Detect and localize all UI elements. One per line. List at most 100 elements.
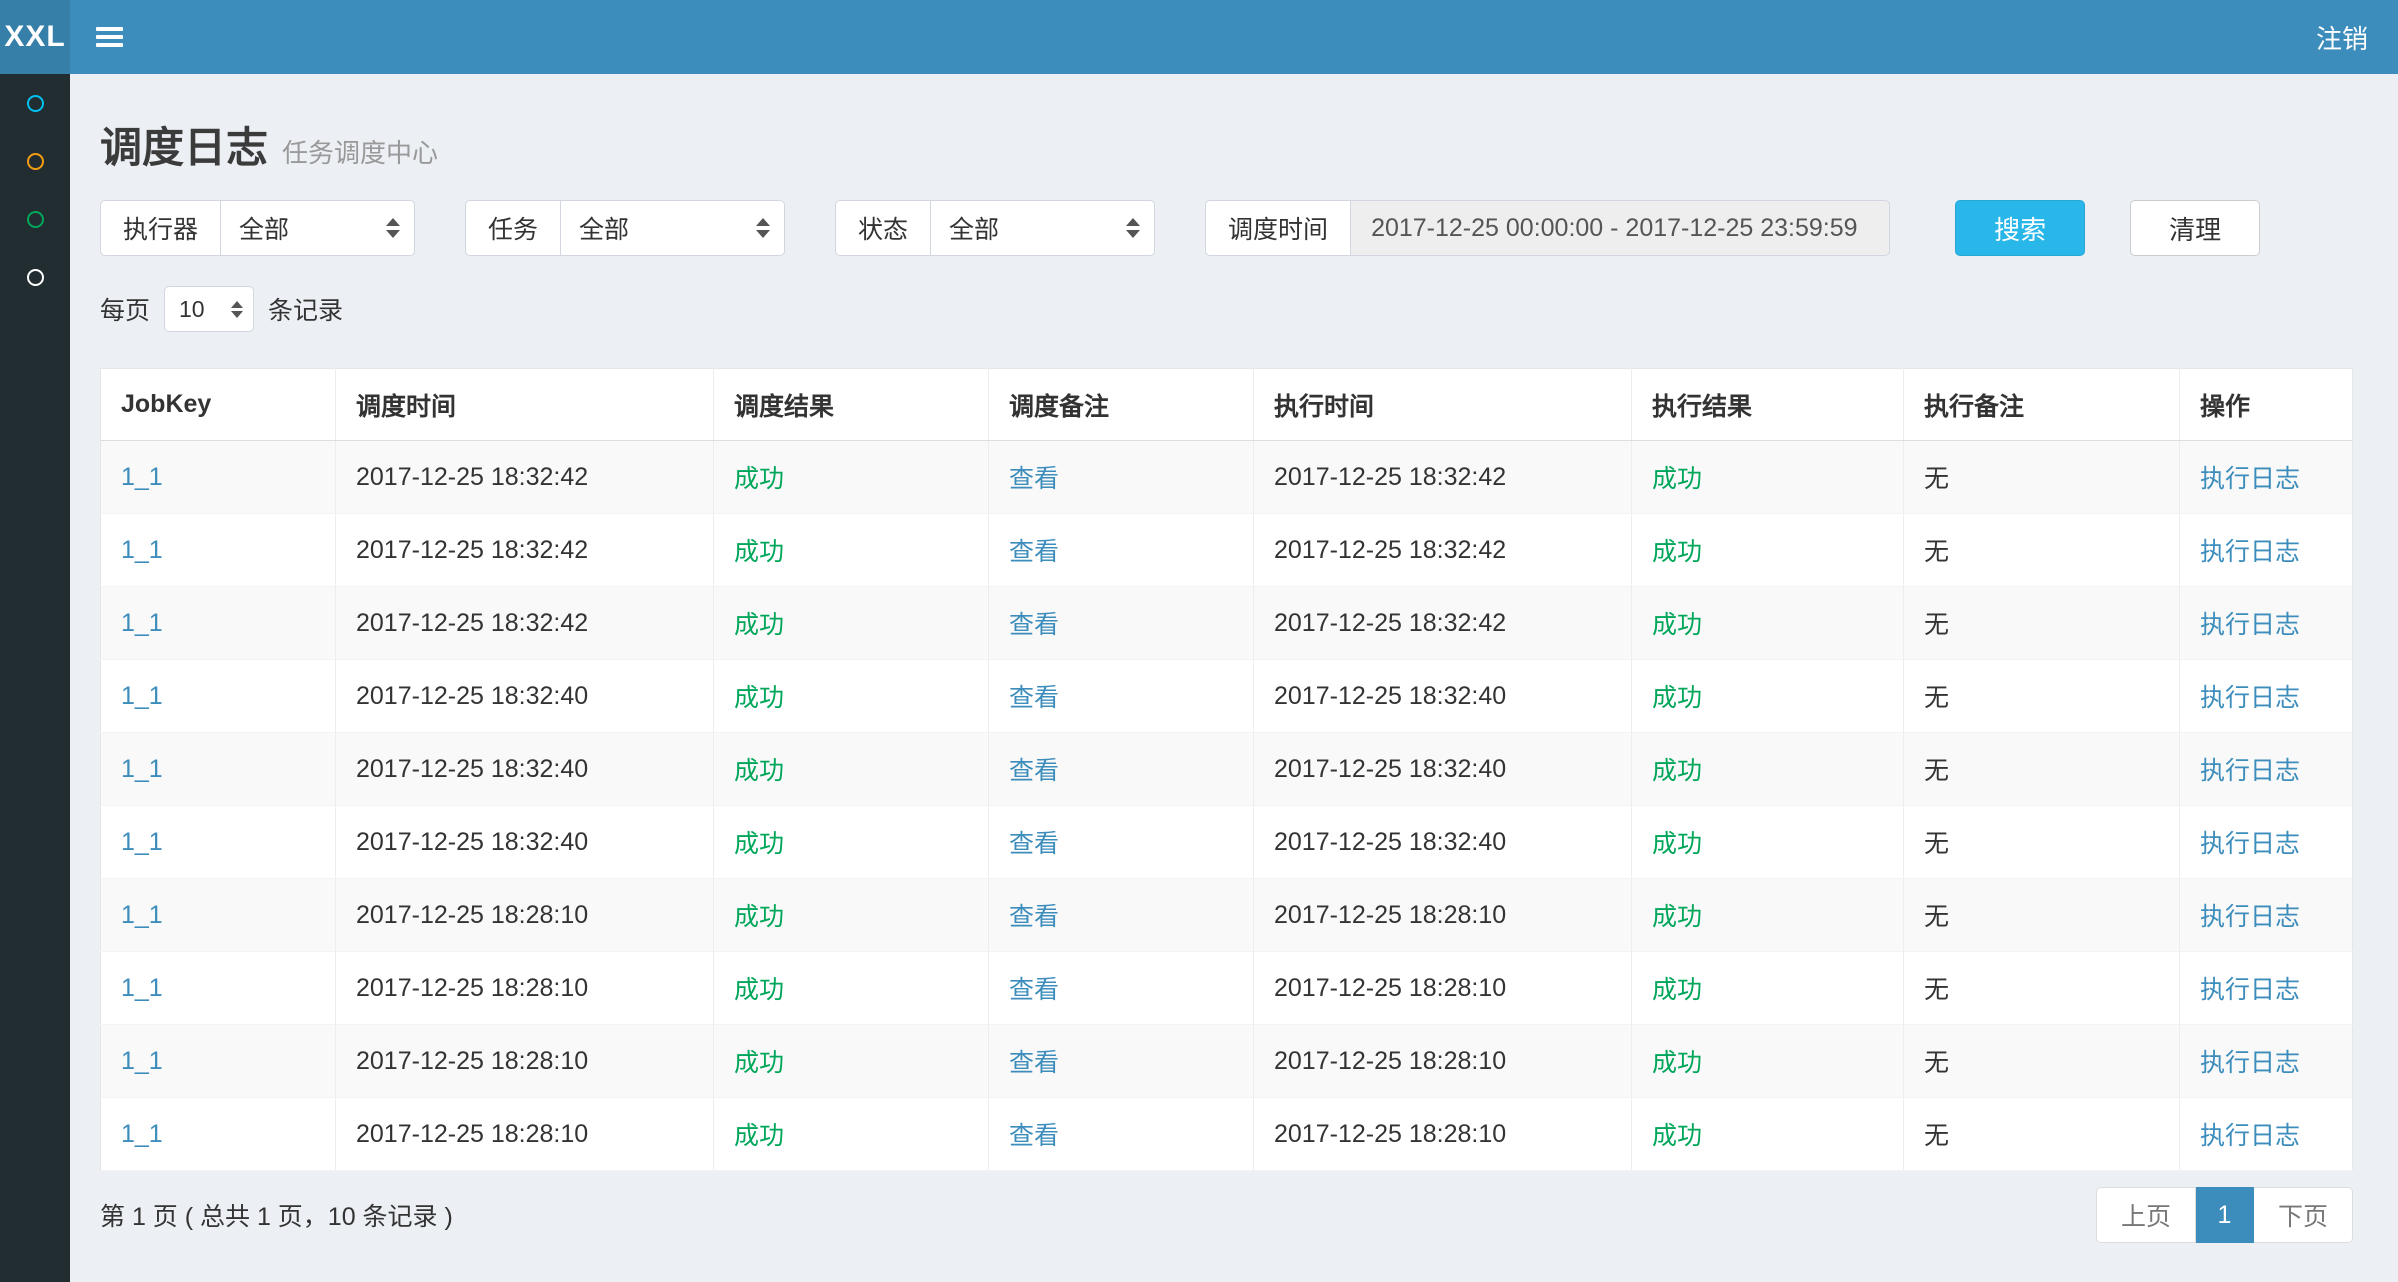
select-stepper-icon	[1126, 218, 1140, 238]
view-trigger-msg-link[interactable]: 查看	[1009, 611, 1059, 639]
execution-log-link[interactable]: 执行日志	[2200, 611, 2300, 639]
jobkey-link[interactable]: 1_1	[121, 1047, 163, 1075]
handle-msg-cell: 无	[1904, 660, 2180, 733]
trigger-result-text: 成功	[734, 465, 784, 493]
handle-result-cell: 成功	[1632, 441, 1904, 514]
handle-result-cell: 成功	[1632, 879, 1904, 952]
jobkey-link[interactable]: 1_1	[121, 828, 163, 856]
sidebar-item-2[interactable]	[0, 132, 70, 190]
jobkey-link[interactable]: 1_1	[121, 1120, 163, 1148]
trigger-msg-cell: 查看	[989, 879, 1254, 952]
trigger-msg-cell: 查看	[989, 1098, 1254, 1171]
trigger-result-text: 成功	[734, 684, 784, 712]
sidebar-item-1[interactable]	[0, 74, 70, 132]
status-filter-value: 全部	[949, 210, 999, 246]
jobkey-link[interactable]: 1_1	[121, 901, 163, 929]
table-footer: 第 1 页 ( 总共 1 页，10 条记录 ) 上页 1 下页	[100, 1187, 2353, 1243]
trigger-result-text: 成功	[734, 903, 784, 931]
jobkey-link[interactable]: 1_1	[121, 463, 163, 491]
view-trigger-msg-link[interactable]: 查看	[1009, 830, 1059, 858]
handle-result-text: 成功	[1652, 976, 1702, 1004]
view-trigger-msg-link[interactable]: 查看	[1009, 465, 1059, 493]
search-button[interactable]: 搜索	[1955, 200, 2085, 256]
execution-log-link[interactable]: 执行日志	[2200, 1049, 2300, 1077]
execution-log-link[interactable]: 执行日志	[2200, 757, 2300, 785]
execution-log-link[interactable]: 执行日志	[2200, 903, 2300, 931]
current-page-button[interactable]: 1	[2196, 1187, 2254, 1243]
jobkey-cell: 1_1	[101, 1098, 336, 1171]
trigger-result-text: 成功	[734, 1122, 784, 1150]
executor-filter-select[interactable]: 全部	[220, 200, 415, 256]
table-row: 1_1 2017-12-25 18:28:10 成功 查看 2017-12-25…	[101, 879, 2353, 952]
page-size-value: 10	[179, 296, 205, 323]
handle-time-cell: 2017-12-25 18:32:40	[1254, 660, 1632, 733]
app-logo[interactable]: XXL	[0, 0, 70, 74]
table-row: 1_1 2017-12-25 18:32:42 成功 查看 2017-12-25…	[101, 441, 2353, 514]
sidebar-item-4[interactable]	[0, 248, 70, 306]
page-size-suffix-label: 条记录	[268, 291, 343, 327]
handle-result-text: 成功	[1652, 1122, 1702, 1150]
jobkey-link[interactable]: 1_1	[121, 974, 163, 1002]
job-filter-select[interactable]: 全部	[560, 200, 785, 256]
previous-page-button[interactable]: 上页	[2096, 1187, 2196, 1243]
trigger-result-text: 成功	[734, 757, 784, 785]
logout-link[interactable]: 注销	[2286, 0, 2398, 74]
action-cell: 执行日志	[2180, 879, 2353, 952]
handle-time-cell: 2017-12-25 18:28:10	[1254, 1025, 1632, 1098]
execution-log-link[interactable]: 执行日志	[2200, 1122, 2300, 1150]
view-trigger-msg-link[interactable]: 查看	[1009, 1122, 1059, 1150]
trigger-time-cell: 2017-12-25 18:32:42	[336, 441, 714, 514]
header-handle-msg: 执行备注	[1904, 369, 2180, 441]
sidebar-item-3[interactable]	[0, 190, 70, 248]
trigger-time-cell: 2017-12-25 18:32:42	[336, 587, 714, 660]
handle-msg-cell: 无	[1904, 1098, 2180, 1171]
execution-log-link[interactable]: 执行日志	[2200, 976, 2300, 1004]
jobkey-link[interactable]: 1_1	[121, 536, 163, 564]
trigger-result-cell: 成功	[714, 441, 989, 514]
trigger-result-text: 成功	[734, 611, 784, 639]
view-trigger-msg-link[interactable]: 查看	[1009, 684, 1059, 712]
trigger-time-filter-label: 调度时间	[1205, 200, 1350, 256]
trigger-time-cell: 2017-12-25 18:32:42	[336, 514, 714, 587]
action-cell: 执行日志	[2180, 514, 2353, 587]
trigger-msg-cell: 查看	[989, 952, 1254, 1025]
trigger-result-text: 成功	[734, 830, 784, 858]
view-trigger-msg-link[interactable]: 查看	[1009, 976, 1059, 1004]
trigger-result-cell: 成功	[714, 514, 989, 587]
execution-log-link[interactable]: 执行日志	[2200, 684, 2300, 712]
handle-result-cell: 成功	[1632, 952, 1904, 1025]
page-size-select[interactable]: 10	[164, 286, 254, 332]
view-trigger-msg-link[interactable]: 查看	[1009, 757, 1059, 785]
next-page-button[interactable]: 下页	[2254, 1187, 2353, 1243]
action-cell: 执行日志	[2180, 733, 2353, 806]
jobkey-cell: 1_1	[101, 660, 336, 733]
action-cell: 执行日志	[2180, 660, 2353, 733]
handle-result-cell: 成功	[1632, 514, 1904, 587]
handle-result-text: 成功	[1652, 611, 1702, 639]
jobkey-link[interactable]: 1_1	[121, 755, 163, 783]
sidebar-toggle-button[interactable]	[70, 0, 148, 74]
clear-button[interactable]: 清理	[2130, 200, 2260, 256]
trigger-time-range-input[interactable]: 2017-12-25 00:00:00 - 2017-12-25 23:59:5…	[1350, 200, 1890, 256]
status-filter-select[interactable]: 全部	[930, 200, 1155, 256]
jobkey-cell: 1_1	[101, 879, 336, 952]
execution-log-link[interactable]: 执行日志	[2200, 465, 2300, 493]
executor-filter-value: 全部	[239, 210, 289, 246]
select-stepper-icon	[386, 218, 400, 238]
execution-log-link[interactable]: 执行日志	[2200, 830, 2300, 858]
header-trigger-msg: 调度备注	[989, 369, 1254, 441]
trigger-msg-cell: 查看	[989, 733, 1254, 806]
trigger-msg-cell: 查看	[989, 660, 1254, 733]
jobkey-link[interactable]: 1_1	[121, 682, 163, 710]
handle-result-text: 成功	[1652, 903, 1702, 931]
view-trigger-msg-link[interactable]: 查看	[1009, 1049, 1059, 1077]
view-trigger-msg-link[interactable]: 查看	[1009, 903, 1059, 931]
execution-log-link[interactable]: 执行日志	[2200, 538, 2300, 566]
view-trigger-msg-link[interactable]: 查看	[1009, 538, 1059, 566]
jobkey-link[interactable]: 1_1	[121, 609, 163, 637]
jobkey-cell: 1_1	[101, 733, 336, 806]
status-filter-group: 状态 全部	[835, 200, 1155, 256]
trigger-time-cell: 2017-12-25 18:28:10	[336, 1098, 714, 1171]
trigger-result-text: 成功	[734, 1049, 784, 1077]
handle-msg-cell: 无	[1904, 441, 2180, 514]
